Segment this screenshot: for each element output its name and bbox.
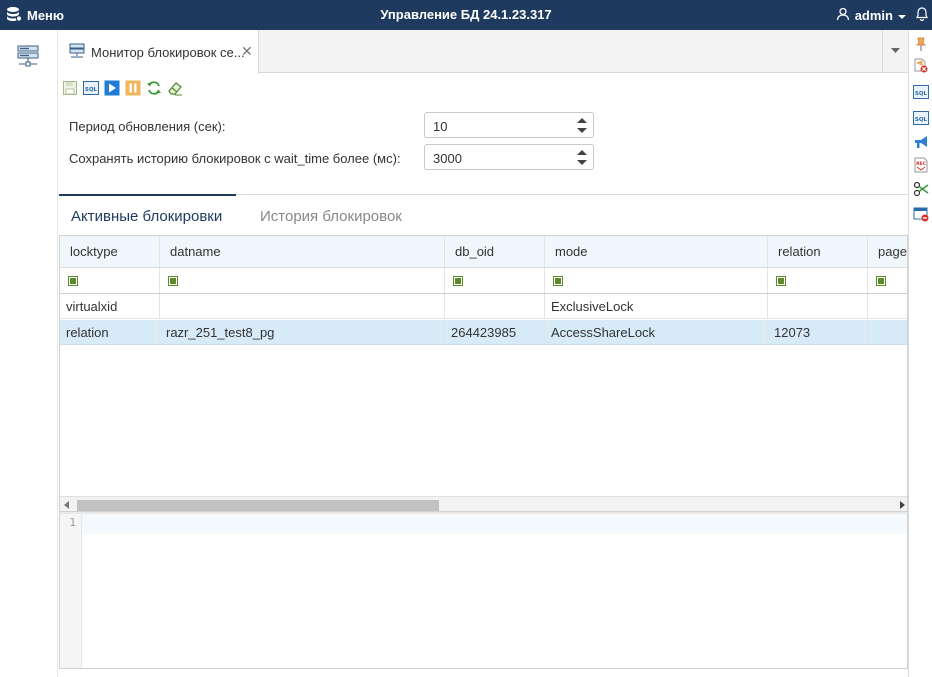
scrollbar-thumb[interactable] (77, 500, 439, 511)
table-cell (768, 294, 868, 318)
eraser-icon[interactable] (166, 79, 184, 97)
table-cell: AccessShareLock (545, 320, 768, 344)
lock-monitor-nav-icon[interactable] (16, 44, 40, 71)
tab-lock-monitor[interactable]: Монитор блокировок се... ✕ (59, 30, 259, 74)
top-bar: Меню Управление БД 24.1.23.317 admin (0, 0, 932, 30)
horizontal-scrollbar[interactable] (60, 496, 907, 511)
query-editor[interactable]: 1 (59, 512, 908, 669)
column-header[interactable]: db_oid (445, 236, 545, 267)
column-header[interactable]: mode (545, 236, 768, 267)
tab-active-locks[interactable]: Активные блокировки (71, 208, 222, 225)
refresh-period-value: 10 (433, 119, 448, 134)
table-cell (868, 320, 907, 344)
history-threshold-value: 3000 (433, 151, 462, 166)
play-icon[interactable] (103, 79, 121, 97)
action-toolbar: SQL (61, 79, 184, 97)
app-title: Управление БД 24.1.23.317 (380, 7, 552, 22)
svg-text:SQL: SQL (915, 91, 928, 97)
column-header[interactable]: datname (160, 236, 445, 267)
svg-text:SQL: SQL (915, 117, 928, 123)
table-cell: ExclusiveLock (545, 294, 768, 318)
current-line-highlight (82, 514, 907, 534)
scissors-icon[interactable] (913, 181, 929, 197)
user-name: admin (854, 7, 893, 23)
filter-checkbox[interactable] (776, 275, 786, 286)
scroll-right-icon[interactable] (900, 501, 905, 509)
tab-lock-history[interactable]: История блокировок (260, 208, 402, 225)
tabs-dropdown-button[interactable] (882, 30, 908, 73)
document-tabs: Монитор блокировок се... ✕ (59, 30, 908, 74)
filter-cell (160, 268, 445, 293)
scroll-left-icon[interactable] (64, 501, 69, 509)
bell-icon[interactable] (916, 7, 928, 24)
filter-checkbox[interactable] (453, 275, 463, 286)
right-toolbar: SQL SQL REC (908, 30, 932, 677)
table-cell: razr_251_test8_pg (160, 320, 445, 344)
refresh-icon[interactable] (145, 79, 163, 97)
line-gutter: 1 (60, 514, 82, 668)
table-row-selected[interactable]: relation razr_251_test8_pg 264423985 Acc… (60, 320, 907, 345)
table-row[interactable]: virtualxid ExclusiveLock (60, 294, 907, 319)
chevron-down-icon (898, 8, 906, 23)
table-cell (868, 294, 907, 318)
locks-table: locktype datname db_oid mode relation pa… (59, 235, 908, 512)
refresh-period-label: Период обновления (сек): (69, 119, 226, 134)
megaphone-icon[interactable] (913, 134, 929, 150)
line-number: 1 (69, 516, 76, 529)
pause-icon[interactable] (124, 79, 142, 97)
active-subtab-indicator (59, 194, 236, 196)
chevron-down-icon (891, 46, 900, 57)
window-remove-icon[interactable] (913, 206, 929, 222)
history-threshold-stepper[interactable]: 3000 (424, 144, 594, 170)
column-header[interactable]: relation (768, 236, 868, 267)
pin-icon[interactable] (913, 36, 929, 52)
sql-icon[interactable]: SQL (82, 79, 100, 97)
filter-checkbox[interactable] (553, 275, 563, 286)
menu-label: Меню (27, 7, 65, 23)
save-icon[interactable] (61, 79, 79, 97)
remove-object-icon[interactable] (913, 57, 929, 73)
user-icon (836, 7, 850, 24)
tab-title: Монитор блокировок се... (91, 44, 245, 60)
table-cell: virtualxid (60, 294, 160, 318)
menu-button[interactable]: Меню (6, 6, 64, 24)
history-threshold-label: Сохранять историю блокировок с wait_time… (69, 151, 401, 166)
filter-cell (768, 268, 868, 293)
svg-text:REC: REC (916, 161, 927, 167)
rec-icon[interactable]: REC (913, 157, 929, 173)
increment-icon[interactable] (577, 118, 587, 123)
database-menu-icon (6, 6, 23, 25)
filter-checkbox[interactable] (68, 275, 78, 286)
table-cell: 264423985 (445, 320, 545, 344)
sql-icon[interactable]: SQL (913, 84, 929, 100)
column-header[interactable]: page (868, 236, 907, 267)
filter-row (60, 268, 907, 294)
filter-cell (868, 268, 907, 293)
table-cell (160, 294, 445, 318)
filter-cell (60, 268, 160, 293)
table-cell: 12073 (768, 320, 868, 344)
user-menu[interactable]: admin (836, 6, 906, 24)
table-cell: relation (60, 320, 160, 344)
main-panel: Монитор блокировок се... ✕ SQL Период об… (59, 30, 908, 677)
filter-cell (445, 268, 545, 293)
filter-cell (545, 268, 768, 293)
table-header: locktype datname db_oid mode relation pa… (60, 236, 907, 268)
decrement-icon[interactable] (577, 128, 587, 133)
close-icon[interactable]: ✕ (241, 43, 253, 60)
increment-icon[interactable] (577, 150, 587, 155)
lock-monitor-tab-icon (69, 43, 85, 62)
table-cell (445, 294, 545, 318)
filter-checkbox[interactable] (876, 275, 886, 286)
column-header[interactable]: locktype (60, 236, 160, 267)
svg-text:SQL: SQL (85, 87, 98, 93)
sql-file-icon[interactable]: SQL (913, 110, 929, 126)
decrement-icon[interactable] (577, 160, 587, 165)
filter-checkbox[interactable] (168, 275, 178, 286)
left-rail (0, 30, 58, 677)
refresh-period-stepper[interactable]: 10 (424, 112, 594, 138)
